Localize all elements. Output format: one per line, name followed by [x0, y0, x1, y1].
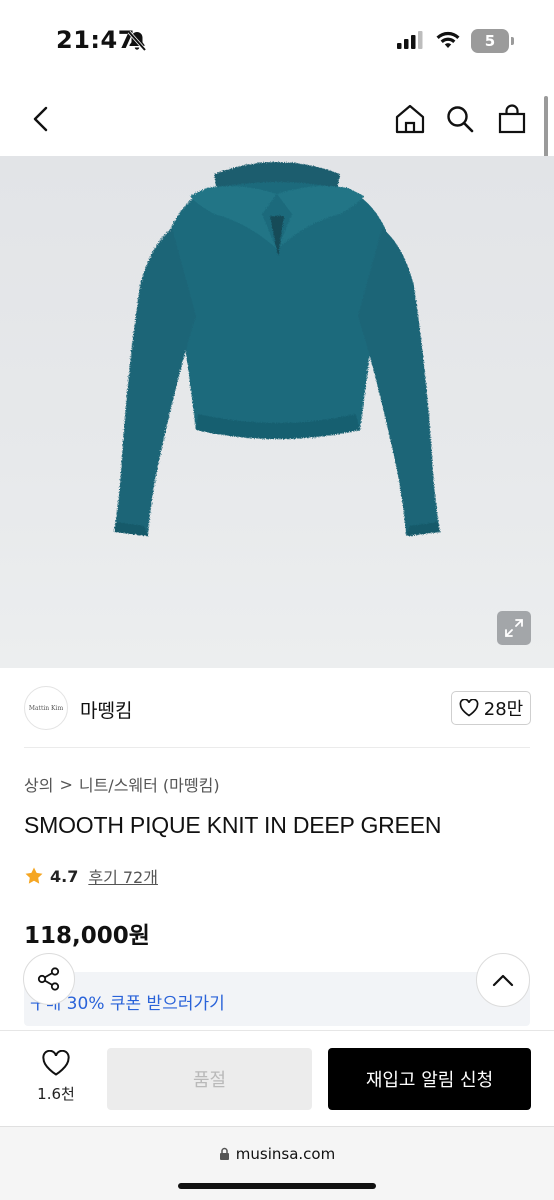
star-icon: [25, 867, 43, 884]
heart-icon: [459, 699, 479, 717]
cart-icon: [498, 104, 526, 134]
heart-icon: [42, 1050, 70, 1076]
status-time: 21:47: [56, 26, 135, 54]
rating-row: 4.7 후기 72개: [24, 864, 158, 888]
search-button[interactable]: [443, 102, 477, 136]
expand-icon: [505, 619, 523, 637]
share-button[interactable]: [23, 953, 75, 1005]
wishlist-count: 1.6천: [37, 1085, 75, 1103]
wifi-icon: [436, 30, 460, 54]
signal-icon: [397, 30, 423, 54]
breadcrumb: 상의 > 니트/스웨터 (마뗑킴): [24, 772, 220, 796]
product-title: SMOOTH PIQUE KNIT IN DEEP GREEN: [24, 812, 442, 838]
back-icon: [33, 106, 48, 132]
battery-indicator: 5: [471, 29, 509, 53]
divider: [24, 747, 530, 748]
share-icon: [37, 967, 60, 991]
top-nav: [0, 84, 554, 156]
back-button[interactable]: [24, 102, 58, 136]
breadcrumb-category[interactable]: 상의: [24, 772, 53, 796]
brand-logo-text: Mattin Kim: [28, 704, 64, 712]
scrollbar[interactable]: [544, 96, 548, 160]
battery-tip: [511, 37, 514, 45]
lock-icon: [219, 1147, 229, 1160]
home-indicator[interactable]: [178, 1183, 376, 1189]
status-bar: 21:47 5: [0, 0, 554, 84]
brand-like-button[interactable]: 28만: [451, 691, 531, 725]
product-image[interactable]: [0, 156, 554, 668]
scroll-to-top-button[interactable]: [476, 953, 530, 1007]
review-count-link[interactable]: 후기 72개: [88, 864, 158, 888]
home-button[interactable]: [393, 102, 427, 136]
cart-button[interactable]: [495, 102, 529, 136]
chevron-up-icon: [492, 974, 514, 987]
restock-alert-button[interactable]: 재입고 알림 신청: [328, 1048, 531, 1110]
rating-value: 4.7: [50, 866, 79, 886]
brand-name[interactable]: 마뗑킴: [80, 696, 132, 723]
url-text: musinsa.com: [235, 1145, 336, 1163]
expand-image-button[interactable]: [497, 611, 531, 645]
wishlist-button[interactable]: 1.6천: [24, 1050, 88, 1106]
breadcrumb-subcategory[interactable]: 니트/스웨터 (마뗑킴): [79, 772, 220, 796]
home-icon: [395, 104, 425, 134]
brand-like-count: 28만: [483, 699, 524, 720]
breadcrumb-separator: >: [59, 774, 73, 794]
soldout-button[interactable]: 품절: [107, 1048, 312, 1110]
url-display[interactable]: musinsa.com: [0, 1145, 554, 1163]
brand-logo[interactable]: Mattin Kim: [24, 686, 68, 730]
knit-sweater-illustration: [114, 162, 440, 536]
product-price: 118,000원: [24, 923, 150, 949]
search-icon: [447, 106, 474, 133]
bell-mute-icon: [126, 30, 148, 56]
